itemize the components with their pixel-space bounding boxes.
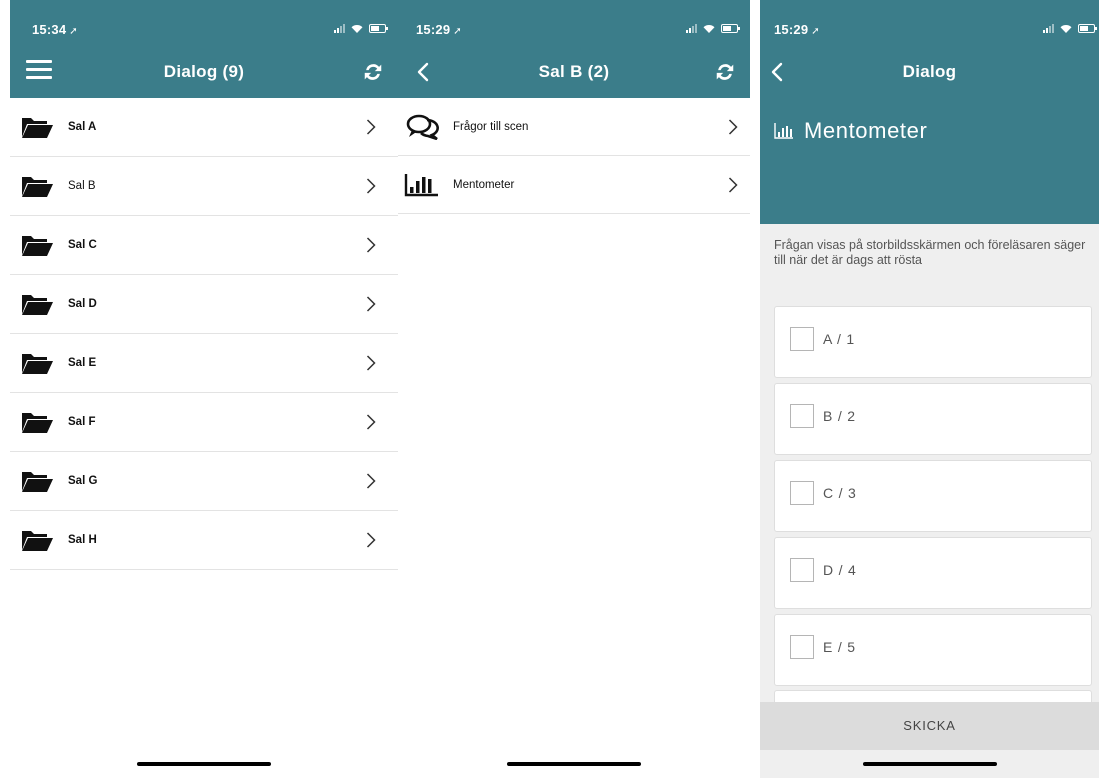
checkbox[interactable]	[790, 327, 814, 351]
list-item-sal-c[interactable]: Sal C	[10, 216, 398, 275]
chevron-right-icon	[728, 119, 738, 135]
list-item-sal-b[interactable]: Sal B	[10, 157, 398, 216]
wifi-icon	[703, 25, 715, 33]
page-title: Dialog	[902, 62, 957, 81]
page-title: Dialog (9)	[163, 62, 245, 81]
screen-room-detail: 15:29 ➚ Sal B (2) Frågor till scen Mento…	[398, 0, 750, 778]
vote-option[interactable]: A / 1	[774, 306, 1092, 378]
list-item-label: Mentometer	[453, 178, 515, 191]
list-item-label: Sal B	[68, 180, 96, 192]
screen-dialog-list: 15:34 ➚ Dialog (9) Sal A Sal B Sal C Sal D Sa…	[10, 0, 398, 778]
folder-open-icon	[21, 118, 53, 138]
section-heading: Mentometer	[804, 118, 928, 143]
signal-icon	[686, 24, 697, 33]
list-item-sal-a[interactable]: Sal A	[10, 98, 398, 157]
battery-icon	[369, 24, 388, 33]
page-title: Sal B (2)	[538, 62, 610, 81]
vote-option[interactable]: C / 3	[774, 460, 1092, 532]
option-label: D / 4	[823, 562, 857, 578]
mentometer-header: Mentometer	[760, 98, 1099, 224]
status-time: 15:29 ➚	[416, 22, 462, 37]
navigation-bar: Dialog (9)	[10, 46, 398, 98]
folder-open-icon	[21, 472, 53, 492]
checkbox[interactable]	[790, 558, 814, 582]
room-list: Sal A Sal B Sal C Sal D Sal E Sal F Sal G Sal H	[10, 98, 398, 570]
status-bar: 15:29 ➚	[760, 0, 1099, 46]
list-item-label: Sal F	[68, 416, 96, 428]
checkbox[interactable]	[790, 404, 814, 428]
list-item-sal-g[interactable]: Sal G	[10, 452, 398, 511]
refresh-icon[interactable]	[714, 61, 736, 83]
list-item-fragor-till-scen[interactable]: Frågor till scen	[398, 98, 750, 156]
bar-chart-icon	[404, 174, 438, 197]
vote-option[interactable]: E / 5	[774, 614, 1092, 686]
option-label: A / 1	[823, 331, 856, 347]
wifi-icon	[351, 25, 363, 33]
checkbox[interactable]	[790, 481, 814, 505]
list-item-label: Sal E	[68, 357, 97, 369]
signal-icon	[334, 24, 345, 33]
refresh-icon[interactable]	[362, 61, 384, 83]
vote-option[interactable]: D / 4	[774, 537, 1092, 609]
navigation-bar: Dialog	[760, 46, 1099, 98]
wifi-icon	[1060, 25, 1072, 33]
list-item-label: Sal C	[68, 239, 97, 251]
chevron-right-icon	[366, 473, 376, 489]
home-indicator	[137, 762, 271, 766]
submit-button[interactable]: SKICKA	[760, 702, 1099, 750]
chevron-right-icon	[366, 119, 376, 135]
list-item-label: Frågor till scen	[453, 120, 529, 133]
folder-open-icon	[21, 177, 53, 197]
battery-icon	[721, 24, 740, 33]
chevron-right-icon	[728, 177, 738, 193]
chevron-right-icon	[366, 296, 376, 312]
list-item-label: Sal G	[68, 475, 98, 487]
instructions-text: Frågan visas på storbildsskärmen och för…	[774, 238, 1086, 267]
screen-mentometer: 15:29 ➚ Dialog Mentometer Frågan visas på…	[760, 0, 1099, 778]
bar-chart-icon	[774, 123, 793, 139]
chevron-right-icon	[366, 237, 376, 253]
list-item-sal-e[interactable]: Sal E	[10, 334, 398, 393]
list-item-sal-d[interactable]: Sal D	[10, 275, 398, 334]
option-label: C / 3	[823, 485, 857, 501]
folder-open-icon	[21, 236, 53, 256]
list-item-sal-h[interactable]: Sal H	[10, 511, 398, 570]
status-bar: 15:29 ➚	[398, 0, 750, 46]
list-item-label: Sal H	[68, 534, 97, 546]
feature-list: Frågor till scen Mentometer	[398, 98, 750, 214]
home-indicator	[862, 762, 997, 766]
list-item-label: Sal A	[68, 121, 97, 133]
checkbox[interactable]	[790, 635, 814, 659]
vote-option[interactable]: B / 2	[774, 383, 1092, 455]
folder-open-icon	[21, 295, 53, 315]
navigation-bar: Sal B (2)	[398, 46, 750, 98]
folder-open-icon	[21, 413, 53, 433]
option-label: B / 2	[823, 408, 856, 424]
signal-icon	[1043, 24, 1054, 33]
battery-icon	[1078, 24, 1097, 33]
folder-open-icon	[21, 531, 53, 551]
list-item-sal-f[interactable]: Sal F	[10, 393, 398, 452]
status-bar: 15:34 ➚	[10, 0, 398, 46]
list-item-label: Sal D	[68, 298, 97, 310]
folder-open-icon	[21, 354, 53, 374]
chevron-right-icon	[366, 414, 376, 430]
chat-bubbles-icon	[406, 114, 439, 140]
status-time: 15:29 ➚	[774, 22, 820, 37]
chevron-right-icon	[366, 532, 376, 548]
status-time: 15:34 ➚	[32, 22, 78, 37]
chevron-right-icon	[366, 178, 376, 194]
list-item-mentometer[interactable]: Mentometer	[398, 156, 750, 214]
home-indicator	[507, 762, 641, 766]
chevron-right-icon	[366, 355, 376, 371]
option-label: E / 5	[823, 639, 856, 655]
